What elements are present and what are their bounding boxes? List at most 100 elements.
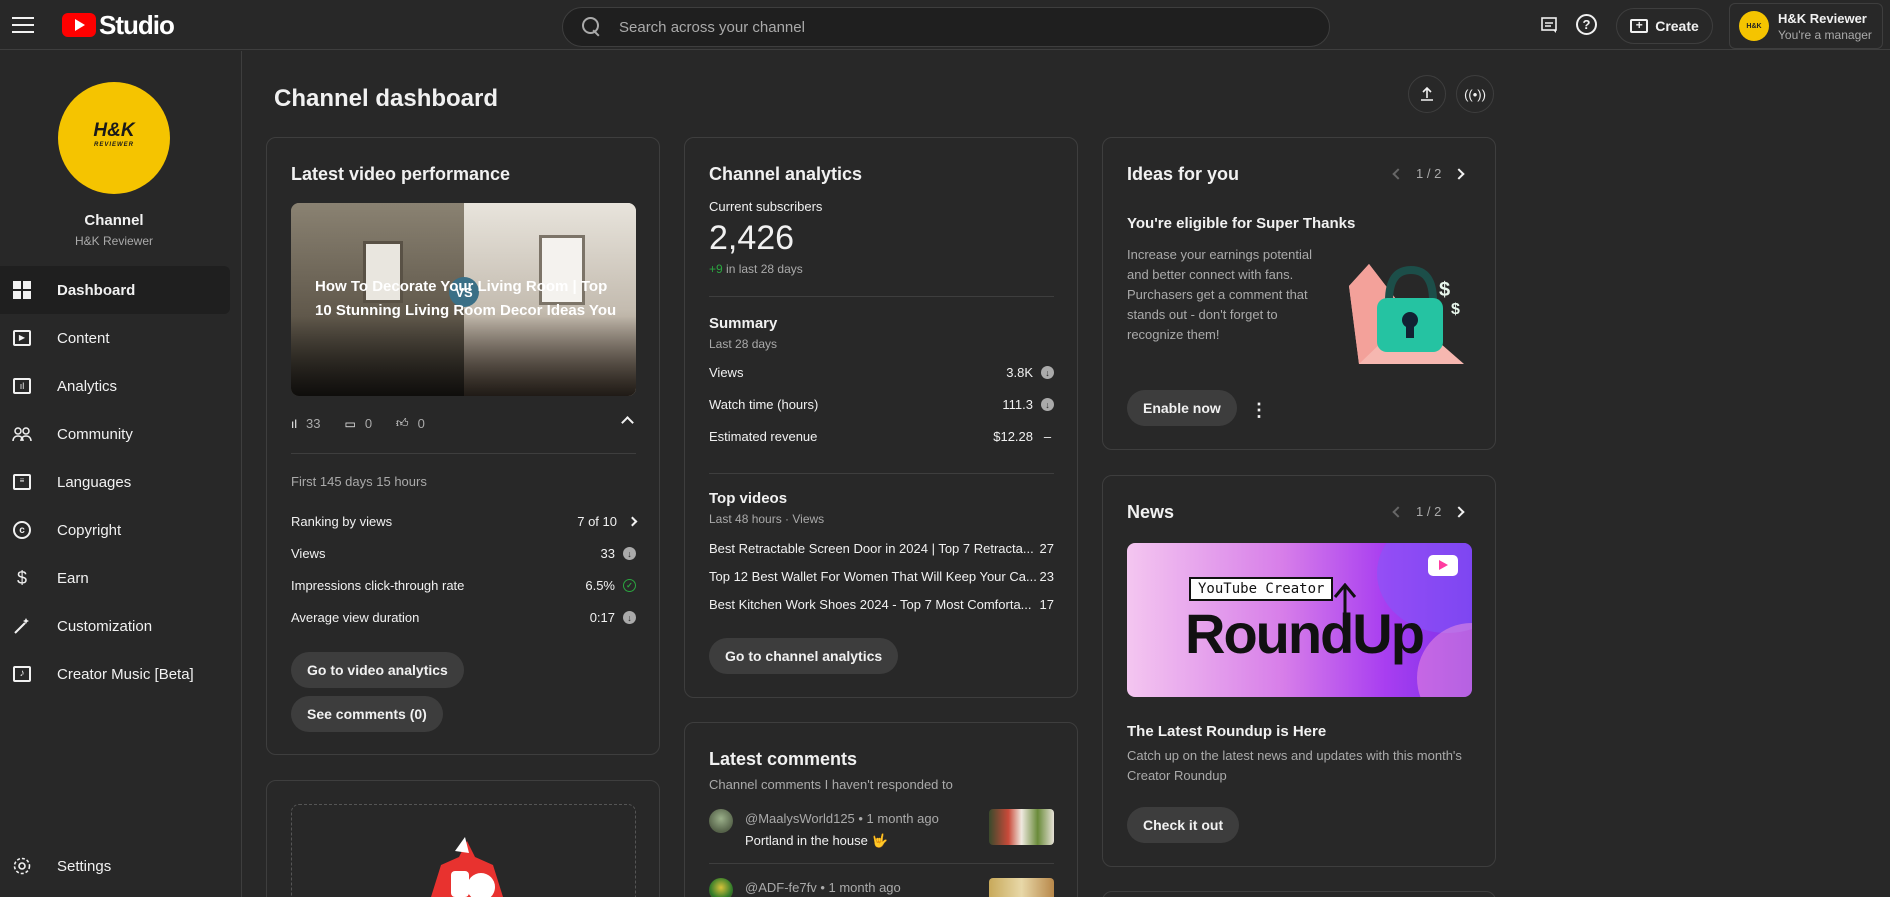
channel-name[interactable]: H&K Reviewer [0, 234, 228, 248]
enable-now-button[interactable]: Enable now [1127, 390, 1237, 426]
account-avatar: H&K [1739, 11, 1769, 41]
see-comments-button[interactable]: See comments (0) [291, 696, 443, 732]
metric-ctr: Impressions click-through rate 6.5% ✓ [291, 578, 636, 593]
avatar [709, 809, 733, 833]
create-button[interactable]: + Create [1616, 8, 1713, 44]
search-icon[interactable] [581, 16, 603, 38]
idea-headline: You're eligible for Super Thanks [1127, 215, 1356, 232]
sidebar-item-content[interactable]: ▶ Content [0, 314, 230, 362]
sidebar-item-customization[interactable]: Customization [0, 602, 230, 650]
help-icon[interactable]: ? [1576, 14, 1597, 35]
metric-value: 6.5% [585, 578, 615, 593]
languages-icon: ≡ [12, 472, 32, 492]
views-count: 33 [306, 416, 321, 431]
upload-icon [1421, 86, 1433, 101]
channel-logo: H&K REVIEWER [93, 121, 134, 152]
sidebar-item-analytics[interactable]: ıl Analytics [0, 362, 230, 410]
svg-text:$: $ [1451, 301, 1460, 318]
sidebar-item-settings[interactable]: Settings [0, 842, 230, 890]
sidebar-item-creator-music[interactable]: ♪ Creator Music [Beta] [0, 650, 230, 698]
comment-icon: ▭ [344, 416, 356, 431]
channel-title: Channel [84, 212, 144, 229]
youtube-play-icon [62, 13, 96, 37]
feedback-icon[interactable] [1536, 12, 1562, 38]
summary-value: $12.28 [993, 429, 1033, 444]
metric-label: Impressions click-through rate [291, 578, 465, 593]
search-input[interactable] [619, 18, 1299, 36]
metric-value: 7 of 10 [577, 514, 617, 529]
channel-analytics-button[interactable]: Go to channel analytics [709, 638, 899, 674]
top-video-row[interactable]: Top 12 Best Wallet For Women That Will K… [709, 569, 1054, 584]
account-switcher[interactable]: H&K H&K Reviewer You're a manager [1729, 3, 1883, 49]
comment-item[interactable]: @MaalysWorld125 • 1 month ago Portland i… [709, 809, 1054, 857]
chevron-right-icon [627, 516, 638, 527]
views-icon: ıl [291, 416, 297, 431]
chevron-left-icon[interactable] [1392, 505, 1404, 518]
delta-value: +9 [709, 262, 723, 276]
metric-label: Views [291, 546, 326, 561]
card-title: News [1127, 502, 1175, 522]
more-options-icon[interactable]: ⋮ [1250, 400, 1268, 421]
comment-video-thumbnail[interactable] [989, 878, 1054, 897]
go-live-button[interactable]: ((•)) [1456, 75, 1494, 113]
check-it-out-button[interactable]: Check it out [1127, 807, 1240, 843]
dash-icon: – [1043, 429, 1052, 444]
collapse-icon[interactable] [621, 416, 634, 429]
comment-video-thumbnail[interactable] [989, 809, 1054, 845]
community-icon [12, 424, 32, 444]
chevron-right-icon[interactable] [1453, 505, 1465, 518]
metric-avg-duration: Average view duration 0:17 ↓ [291, 610, 636, 625]
sidebar-item-label: Analytics [57, 377, 118, 395]
upload-button[interactable] [1408, 75, 1446, 113]
studio-logo[interactable]: Studio [62, 9, 175, 40]
video-quick-stats: ıl 33 ▭ 0 👍︎ 0 [291, 416, 636, 431]
creative-illustration-icon [431, 837, 503, 897]
sidebar-item-languages[interactable]: ≡ Languages [0, 458, 230, 506]
check-icon: ✓ [623, 579, 636, 592]
channel-analytics-card: Channel analytics Current subscribers 2,… [684, 137, 1078, 698]
subscribers-count: 2,426 [709, 219, 795, 257]
next-card [1102, 891, 1496, 897]
sidebar-item-copyright[interactable]: c Copyright [0, 506, 230, 554]
summary-label: Watch time (hours) [709, 397, 819, 412]
channel-logo-subtext: REVIEWER [93, 142, 134, 148]
comment-item[interactable]: @ADF-fe7fv • 1 month ago [709, 878, 1054, 897]
news-image[interactable]: YouTube Creator RoundUp [1127, 543, 1472, 697]
chevron-right-icon[interactable] [1453, 167, 1465, 180]
summary-period: Last 28 days [709, 337, 778, 351]
likes-count: 0 [417, 416, 425, 431]
arrow-down-icon: ↓ [1041, 366, 1054, 379]
sidebar-item-community[interactable]: Community [0, 410, 230, 458]
channel-avatar[interactable]: H&K REVIEWER [58, 82, 170, 194]
top-videos-title: Top videos [709, 490, 788, 507]
sidebar-item-earn[interactable]: $ Earn [0, 554, 230, 602]
creator-music-icon: ♪ [12, 664, 32, 684]
chevron-left-icon[interactable] [1392, 167, 1404, 180]
menu-icon[interactable] [12, 14, 34, 36]
video-analytics-button[interactable]: Go to video analytics [291, 652, 464, 688]
idea-body: Increase your earnings potential and bet… [1127, 247, 1313, 342]
news-body: Catch up on the latest news and updates … [1127, 748, 1462, 783]
live-icon: ((•)) [1464, 86, 1486, 102]
top-video-row[interactable]: Best Retractable Screen Door in 2024 | T… [709, 541, 1054, 556]
gear-icon [12, 856, 32, 876]
video-title[interactable]: How To Decorate Your Living Room | Top 1… [315, 275, 620, 323]
svg-text:$: $ [1439, 279, 1450, 301]
top-video-row[interactable]: Best Kitchen Work Shoes 2024 - Top 7 Mos… [709, 597, 1054, 612]
copyright-icon: c [12, 520, 32, 540]
logo-text: Studio [99, 9, 175, 40]
top-video-views: 23 [1039, 569, 1054, 584]
avatar [709, 878, 733, 897]
summary-row: Watch time (hours) 111.3 ↓ [709, 397, 1054, 412]
sidebar-item-dashboard[interactable]: Dashboard [0, 266, 230, 314]
summary-row: Estimated revenue $12.28– [709, 429, 1054, 444]
arrow-down-icon: ↓ [1041, 398, 1054, 411]
metric-ranking[interactable]: Ranking by views 7 of 10 [291, 514, 638, 529]
comments-count: 0 [364, 416, 373, 431]
news-image-tag: YouTube Creator [1189, 577, 1334, 601]
sidebar-item-label: Settings [57, 857, 112, 875]
comment-author: @ADF-fe7fv • 1 month ago [745, 880, 901, 895]
sidebar-item-label: Content [57, 329, 110, 347]
news-pager: 1 / 2 [1392, 504, 1465, 519]
search-bar[interactable] [562, 7, 1330, 47]
